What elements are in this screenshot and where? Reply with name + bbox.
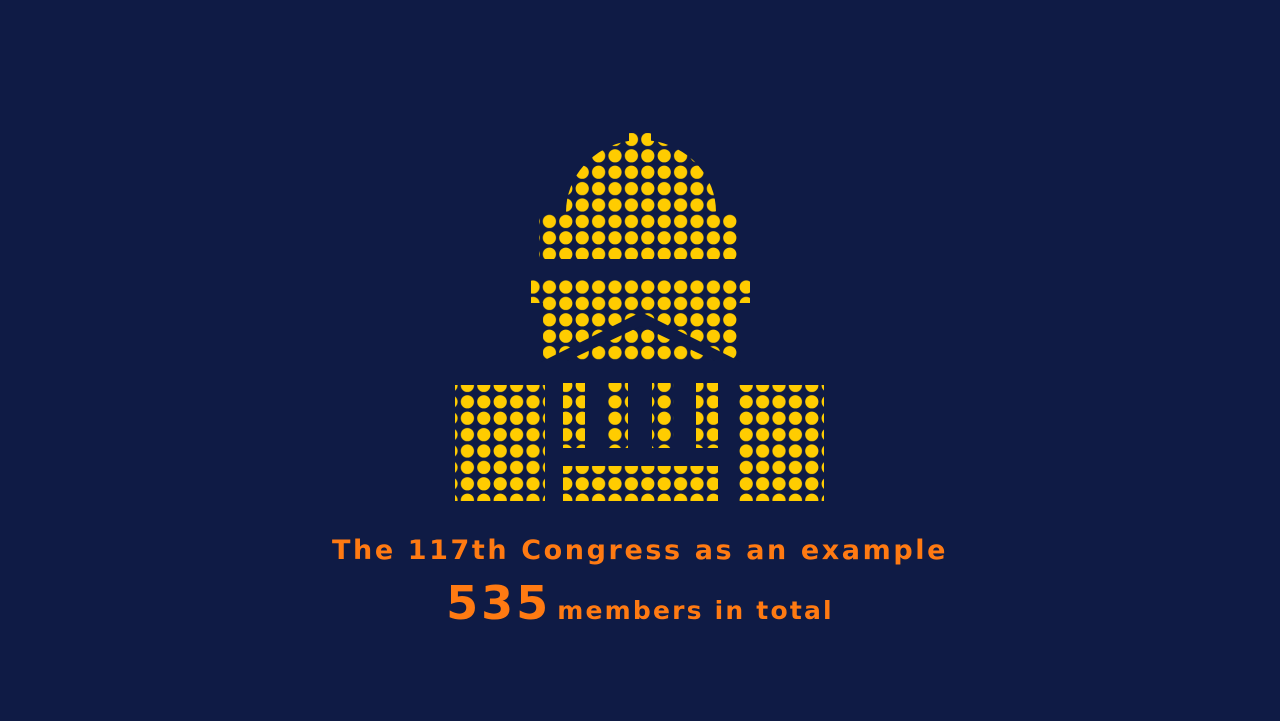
member-count: 535	[446, 576, 552, 630]
caption-line2: 535 members in total	[0, 575, 1280, 642]
slide: The 117th Congress as an example 535 memb…	[0, 0, 1280, 721]
member-count-suffix: members in total	[557, 596, 834, 625]
caption-line1: The 117th Congress as an example	[331, 535, 949, 566]
porch-gap	[545, 361, 737, 383]
